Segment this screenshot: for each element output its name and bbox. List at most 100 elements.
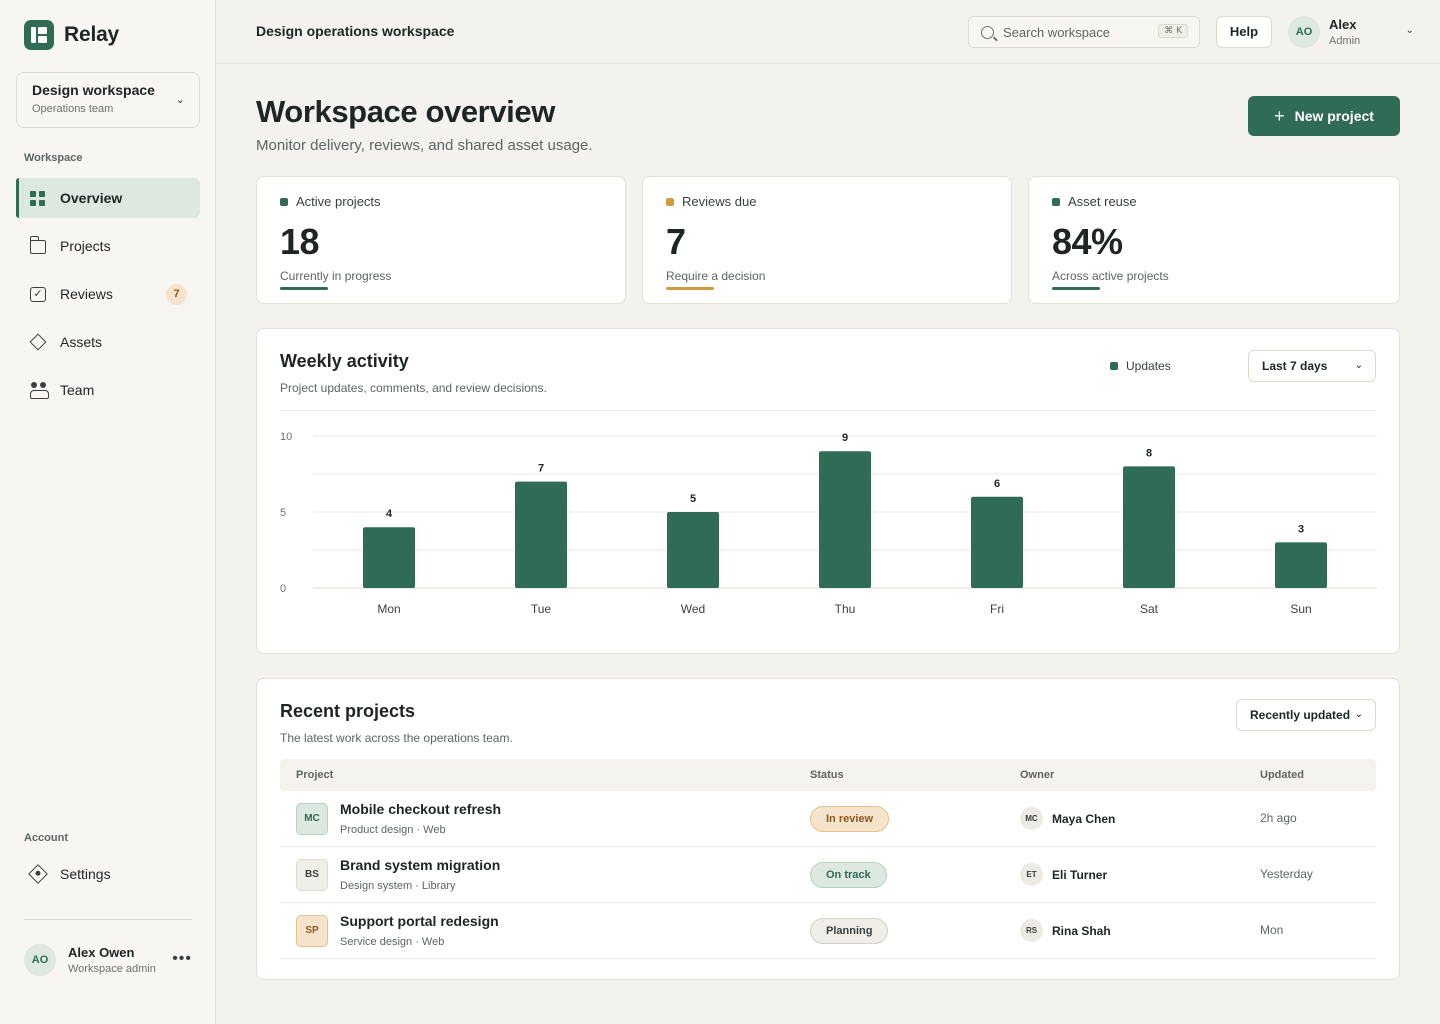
workspace-title: Design operations workspace	[256, 23, 455, 39]
column-header-updated[interactable]: Updated	[1260, 769, 1304, 781]
sidebar-item-label: Team	[60, 382, 95, 398]
search-shortcut: ⌘ K	[1158, 24, 1188, 38]
status-badge: On track	[810, 862, 887, 888]
new-project-label: New project	[1294, 108, 1374, 124]
search-box[interactable]: ⌘ K	[968, 16, 1200, 48]
sidebar-item-projects[interactable]: Projects	[16, 226, 200, 266]
data-label: 3	[1298, 523, 1304, 535]
page-subtitle: Monitor delivery, reviews, and shared as…	[256, 137, 593, 154]
status-dot	[666, 197, 674, 206]
account-menu[interactable]: AO Alex Admin ⌄	[1288, 14, 1418, 50]
sidebar-item-label: Assets	[60, 334, 103, 350]
chart-bar	[667, 512, 719, 588]
x-tick-label: Wed	[681, 602, 705, 616]
y-tick-label: 0	[280, 583, 286, 595]
stat-accent-line	[666, 287, 714, 290]
owner-name: Eli Turner	[1052, 867, 1108, 882]
reviews-count-badge: 7	[166, 284, 187, 305]
sidebar-item-settings[interactable]: Settings	[16, 854, 200, 894]
stat-label: Active projects	[296, 194, 381, 209]
sort-select[interactable]: Recently updated ⌄	[1236, 699, 1376, 731]
chart-bar	[1275, 542, 1327, 588]
project-avatar: SP	[296, 915, 328, 947]
stat-accent-line	[280, 287, 328, 290]
project-name[interactable]: Brand system migration	[340, 857, 500, 873]
x-tick-label: Tue	[531, 602, 552, 616]
stat-note: Currently in progress	[280, 269, 392, 283]
page-title: Workspace overview	[256, 94, 555, 129]
recent-projects-panel: Recent projects The latest work across t…	[256, 678, 1400, 980]
workspace-switcher[interactable]: Design workspace Operations team ⌄	[16, 72, 200, 128]
stat-note: Across active projects	[1052, 269, 1169, 283]
relay-logo-icon	[24, 20, 54, 50]
sidebar-divider	[24, 919, 192, 920]
account-name: Alex	[1329, 17, 1357, 32]
search-input[interactable]	[1003, 24, 1143, 40]
sidebar-item-overview[interactable]: Overview	[16, 178, 200, 218]
checkbox-icon: ✓	[30, 286, 46, 302]
sidebar-item-reviews[interactable]: ✓ Reviews 7	[16, 274, 200, 314]
project-name[interactable]: Support portal redesign	[340, 913, 499, 929]
app-name: Relay	[64, 23, 120, 46]
status-dot	[280, 197, 288, 206]
owner: RS Rina Shah	[1020, 919, 1111, 942]
data-label: 6	[994, 478, 1000, 490]
chevron-down-icon: ⌄	[1354, 709, 1363, 720]
data-label: 5	[690, 493, 696, 505]
table-row[interactable]: BS Brand system migration Design system …	[280, 847, 1376, 903]
help-button[interactable]: Help	[1216, 16, 1272, 48]
x-tick-label: Thu	[835, 602, 856, 616]
owner: ET Eli Turner	[1020, 863, 1107, 886]
chart-bar	[819, 451, 871, 588]
column-header-project[interactable]: Project	[296, 769, 333, 781]
weekly-activity-panel: Weekly activity Project updates, comment…	[256, 328, 1400, 654]
table-row[interactable]: MC Mobile checkout refresh Product desig…	[280, 791, 1376, 847]
brand[interactable]: Relay	[24, 20, 119, 50]
stat-card-asset-reuse: Asset reuse 84% Across active projects	[1028, 176, 1400, 304]
search-icon	[981, 25, 994, 39]
y-tick-label: 5	[280, 507, 286, 519]
owner-name: Maya Chen	[1052, 811, 1116, 826]
updated-time: Yesterday	[1260, 867, 1313, 881]
team-icon	[30, 382, 49, 399]
user-name: Alex Owen	[68, 945, 135, 960]
sidebar-item-assets[interactable]: Assets	[16, 322, 200, 362]
sidebar-item-team[interactable]: Team	[16, 370, 200, 410]
chart-bar	[1123, 466, 1175, 588]
owner-name: Rina Shah	[1052, 923, 1111, 938]
panel-title: Recent projects	[280, 701, 416, 721]
project-meta: Product design · Web	[340, 824, 446, 836]
user-card[interactable]: AO Alex Owen Workspace admin •••	[24, 942, 200, 978]
data-label: 4	[386, 508, 393, 520]
avatar: AO	[1288, 16, 1320, 48]
folder-icon	[29, 236, 46, 254]
project-avatar: BS	[296, 859, 328, 891]
data-label: 8	[1146, 447, 1152, 459]
sort-value: Recently updated	[1250, 708, 1351, 722]
x-tick-label: Sat	[1140, 602, 1159, 616]
chart-bar	[515, 481, 567, 588]
stat-label: Asset reuse	[1068, 194, 1137, 209]
column-header-owner[interactable]: Owner	[1020, 769, 1054, 781]
more-options-icon[interactable]: •••	[172, 950, 192, 968]
updated-time: 2h ago	[1260, 811, 1297, 825]
new-project-button[interactable]: + New project	[1248, 96, 1400, 136]
user-role: Workspace admin	[68, 963, 156, 975]
project-name[interactable]: Mobile checkout refresh	[340, 801, 501, 817]
section-label-workspace: Workspace	[24, 152, 83, 164]
stat-value: 7	[666, 221, 686, 262]
data-label: 9	[842, 432, 848, 444]
settings-icon	[28, 864, 48, 884]
stat-accent-line	[1052, 287, 1100, 290]
chart-bar	[971, 496, 1023, 588]
diamond-icon	[29, 333, 47, 351]
panel-subtitle: The latest work across the operations te…	[280, 731, 513, 745]
stat-label: Reviews due	[682, 194, 757, 209]
avatar: AO	[24, 944, 56, 976]
owner: MC Maya Chen	[1020, 807, 1115, 830]
column-header-status[interactable]: Status	[810, 769, 844, 781]
plus-icon: +	[1274, 106, 1285, 126]
sidebar: Relay Design workspace Operations team ⌄…	[0, 0, 216, 1024]
sidebar-item-label: Overview	[60, 190, 123, 206]
table-row[interactable]: SP Support portal redesign Service desig…	[280, 903, 1376, 959]
